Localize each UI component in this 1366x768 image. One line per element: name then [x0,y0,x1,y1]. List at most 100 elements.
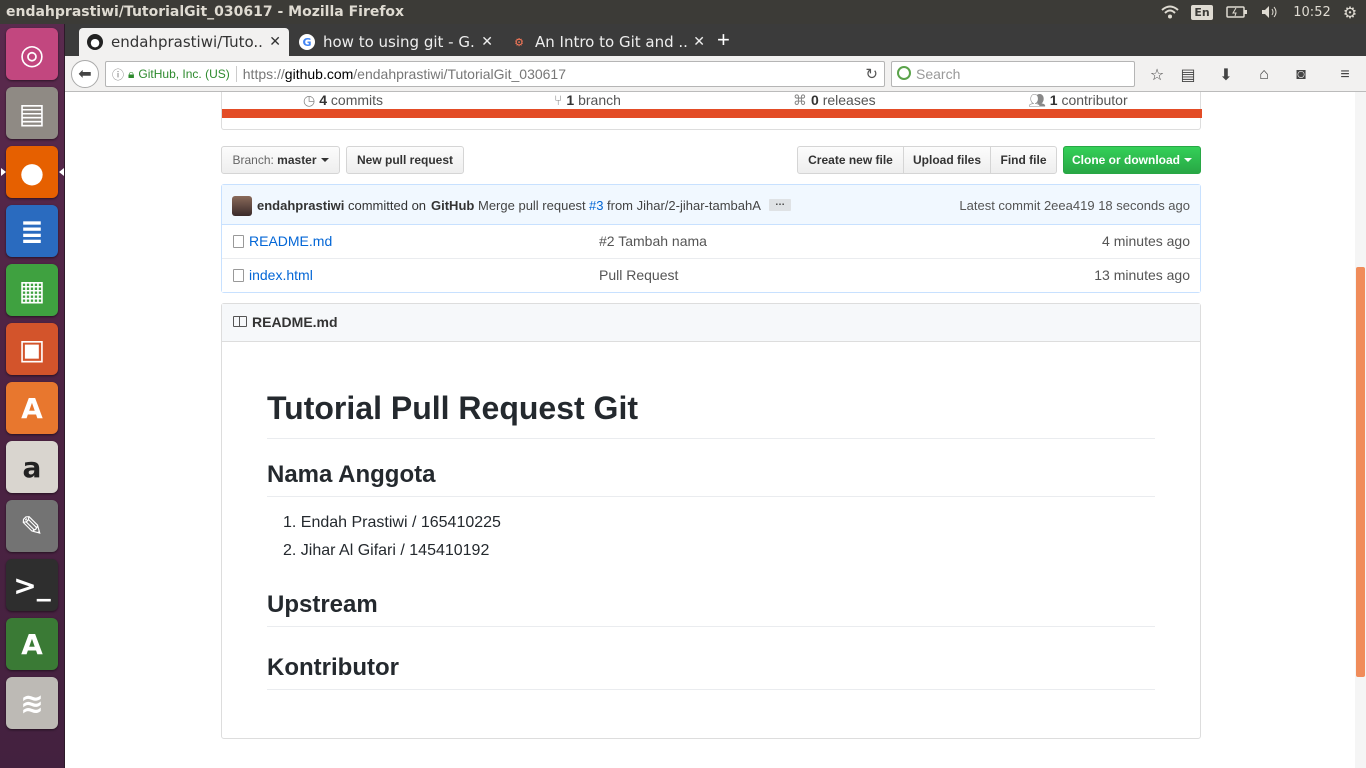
close-icon[interactable]: ✕ [693,34,705,50]
download-icon[interactable]: ⬇ [1216,65,1236,85]
contributors-link[interactable]: 👥︎ 1 contributor [1028,92,1128,109]
firefox-icon[interactable]: ● [6,146,58,198]
site-identity[interactable]: GitHub, Inc. (US) [138,67,229,81]
bookmark-star-icon[interactable]: ☆ [1147,65,1167,85]
libreoffice-calc-icon-glyph: ▦ [18,273,46,307]
new-tab-button[interactable]: + [717,28,730,52]
tab-github[interactable]: ● endahprastiwi/Tuto... ✕ [79,28,289,56]
url-scheme: https:// [242,66,285,82]
scrollbar[interactable] [1355,92,1366,768]
github-icon: ● [87,34,103,50]
close-icon[interactable]: ✕ [269,34,281,50]
tab-google[interactable]: G how to using git - G... ✕ [291,28,501,56]
reading-list-icon[interactable]: ▤ [1178,65,1198,85]
find-file-button[interactable]: Find file [990,146,1057,174]
search-placeholder: Search [916,66,961,82]
navigation-toolbar: ⬅ ⓘ 🔒︎ GitHub, Inc. (US) https://github.… [65,56,1366,92]
latest-commit-info: Latest commit 2eea419 18 seconds ago [959,198,1190,213]
tab-title: endahprastiwi/Tuto... [111,33,264,51]
menu-icon[interactable]: ≡ [1335,65,1355,85]
amazon-icon-glyph: a [22,450,42,484]
libreoffice-writer-icon-glyph: ≣ [20,214,44,248]
branch-select-button[interactable]: Branch: master [221,146,340,174]
commit-sha[interactable]: 2eea419 [1044,198,1095,213]
settings-gear-icon[interactable]: ⚙ [1338,0,1362,24]
branch-name: master [277,153,317,167]
terminal-icon[interactable]: >_ [6,559,58,611]
workspace-switcher-icon-glyph: ≋ [20,686,44,720]
list-item: 2. Jihar Al Gifari / 145410192 [283,542,490,559]
file-age: 13 minutes ago [1094,267,1190,283]
reload-icon[interactable]: ↻ [865,65,878,83]
releases-link[interactable]: ⌘ 0 releases [793,92,876,109]
url-host: github.com [284,66,354,82]
contributors-count: 1 [1049,92,1058,108]
new-pull-request-button[interactable]: New pull request [346,146,464,174]
software-center-icon[interactable]: A [6,382,58,434]
repo-summary: ◷ 4 commits ⑂ 1 branch ⌘ 0 releases 👥︎ 1 con… [221,92,1202,130]
back-button[interactable]: ⬅ [71,60,99,88]
battery-icon[interactable] [1224,0,1250,24]
info-icon: ⓘ [112,67,125,82]
url-path: /endahprastiwi/TutorialGit_030617 [353,66,567,82]
files-icon[interactable]: ▤ [6,87,58,139]
focused-indicator [59,168,64,176]
home-icon[interactable]: ⌂ [1254,65,1274,85]
commits-link[interactable]: ◷ 4 commits [303,92,383,109]
branches-link[interactable]: ⑂ 1 branch [554,92,621,108]
clone-or-download-button[interactable]: Clone or download [1063,146,1201,174]
ubuntu-dash-icon[interactable]: ◎ [6,28,58,80]
amazon-icon[interactable]: a [6,441,58,493]
system-settings-icon[interactable]: ✎ [6,500,58,552]
running-indicator [1,168,6,176]
avatar[interactable] [232,196,252,216]
pocket-icon[interactable]: ◙ [1291,65,1311,85]
search-input[interactable]: Search [891,61,1135,87]
url-bar[interactable]: ⓘ 🔒︎ GitHub, Inc. (US) https://github.co… [105,61,885,87]
language-bar[interactable] [222,109,1202,118]
keyboard-layout-indicator[interactable]: En [1190,0,1214,24]
tab-hubspot[interactable]: ⚙ An Intro to Git and ... ✕ [503,28,713,56]
libreoffice-impress-icon[interactable]: ▣ [6,323,58,375]
search-engine-icon[interactable] [897,66,911,80]
close-icon[interactable]: ✕ [481,34,493,50]
google-icon: G [299,34,315,50]
file-name-link[interactable]: README.md [249,233,332,249]
commit-age: 18 seconds ago [1098,198,1190,213]
file-commit-message[interactable]: Pull Request [599,267,678,283]
readme-title: README.md [252,314,338,330]
arrow-left-icon: ⬅ [78,66,92,83]
wifi-icon[interactable] [1158,0,1182,24]
system-settings-icon-glyph: ✎ [20,509,44,543]
volume-icon[interactable] [1258,0,1282,24]
commit-message[interactable]: Merge pull request [478,198,586,213]
file-commit-message[interactable]: #2 Tambah nama [599,233,707,249]
pr-link[interactable]: #3 [589,198,603,213]
libreoffice-calc-icon[interactable]: ▦ [6,264,58,316]
readme-box: README.md Tutorial Pull Request Git Nama… [221,303,1201,739]
libreoffice-writer-icon[interactable]: ≣ [6,205,58,257]
expand-commit-button[interactable]: … [769,198,791,211]
scrollbar-thumb[interactable] [1356,267,1365,677]
workspace-switcher-icon[interactable]: ≋ [6,677,58,729]
file-table: endahprastiwi committed on GitHub Merge … [221,184,1201,293]
url-text[interactable]: https://github.com/endahprastiwi/Tutoria… [243,66,566,82]
upload-files-button[interactable]: Upload files [903,146,991,174]
clock[interactable]: 10:52 [1288,0,1336,24]
create-new-file-button[interactable]: Create new file [797,146,904,174]
launcher: ◎ ▤ ● ≣ ▦ ▣ Aa ✎ >_ A ≋ [0,24,65,768]
commit-author[interactable]: endahprastiwi [257,198,344,213]
commit-message-suffix[interactable]: from Jihar/2-jihar-tambahA [607,198,761,213]
file-age: 4 minutes ago [1102,233,1190,249]
terminal-icon-glyph: >_ [13,568,51,602]
commit-tease: endahprastiwi committed on GitHub Merge … [222,185,1200,225]
readme-h1: Tutorial Pull Request Git [267,388,1155,439]
caret-down-icon [1184,158,1192,162]
committer[interactable]: GitHub [431,198,474,213]
file-name-link[interactable]: index.html [249,267,313,283]
software-updater-icon[interactable]: A [6,618,58,670]
committed-on-text: committed on [348,198,427,213]
lock-icon: 🔒︎ [128,66,135,81]
top-panel: endahprastiwi/TutorialGit_030617 - Mozil… [0,0,1366,24]
readme-section-heading: Kontributor [267,653,1155,690]
